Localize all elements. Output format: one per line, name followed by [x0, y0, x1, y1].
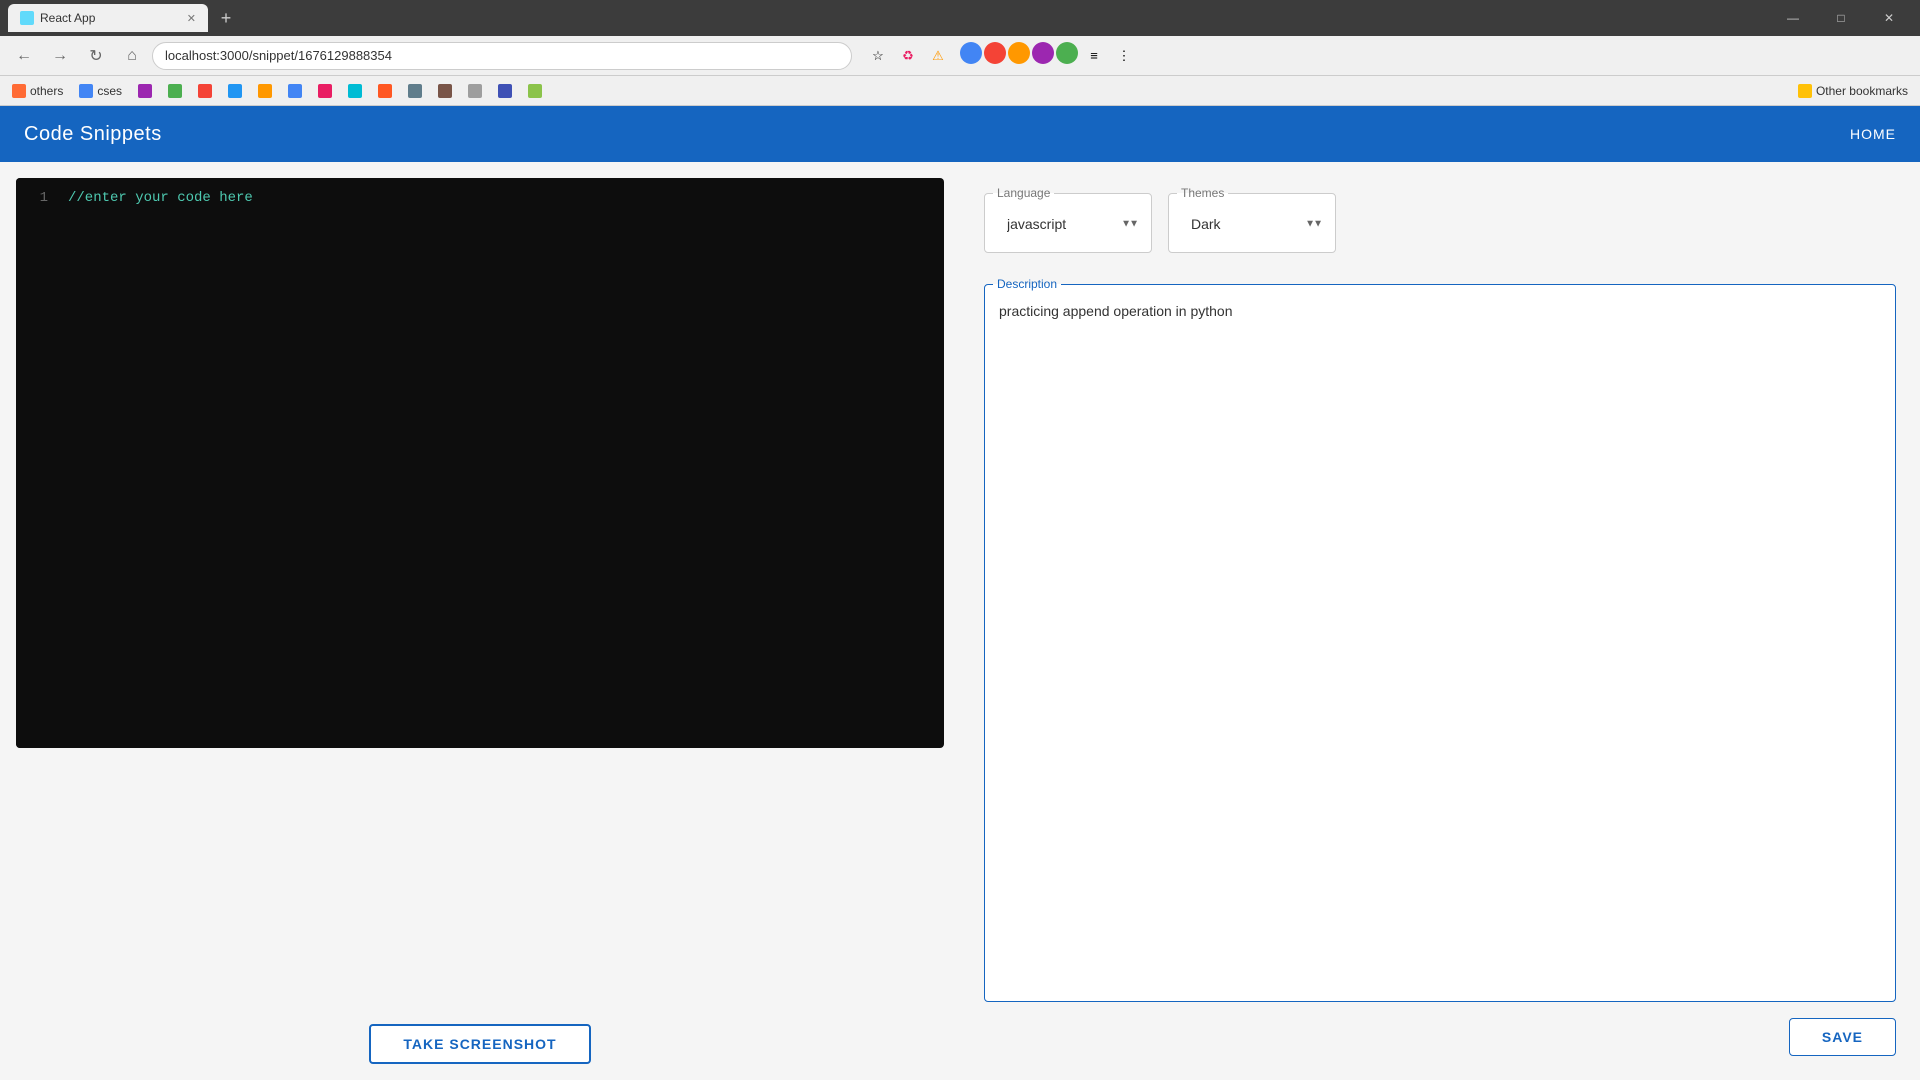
- bm-icon-13: [498, 84, 512, 98]
- home-link[interactable]: HOME: [1850, 126, 1896, 142]
- language-select-container: javascript python java c++ typescript ht…: [993, 204, 1143, 244]
- bookmark-icon-11[interactable]: [434, 82, 456, 100]
- bm-icon-5: [258, 84, 272, 98]
- themes-select-container: Dark Light Monokai Solarized ▼: [1177, 204, 1327, 244]
- code-editor[interactable]: 1 //enter your code here: [16, 178, 944, 748]
- ext-icon-2[interactable]: [984, 42, 1006, 64]
- themes-select[interactable]: Dark Light Monokai Solarized: [1177, 204, 1327, 244]
- bookmark-icon-14[interactable]: [524, 82, 546, 100]
- forward-button[interactable]: →: [44, 40, 76, 72]
- ext-icon-3[interactable]: [1008, 42, 1030, 64]
- bm-icon-8: [348, 84, 362, 98]
- bookmarks-bar: others cses Other bookmarks: [0, 76, 1920, 106]
- line-numbers: 1: [16, 178, 56, 748]
- reload-button[interactable]: ↻: [80, 40, 112, 72]
- ext-icon-5[interactable]: [1056, 42, 1078, 64]
- editor-wrapper: 1 //enter your code here: [0, 162, 960, 748]
- bm-icon-1: [138, 84, 152, 98]
- url-text: localhost:3000/snippet/1676129888354: [165, 48, 392, 63]
- bookmark-icon-2[interactable]: [164, 82, 186, 100]
- bm-icon-9: [378, 84, 392, 98]
- tab-title: React App: [40, 11, 95, 25]
- bm-icon-4: [228, 84, 242, 98]
- language-select[interactable]: javascript python java c++ typescript ht…: [993, 204, 1143, 244]
- toolbar-icons: ☆ ♻ ⚠: [864, 42, 952, 70]
- bm-icon-6: [288, 84, 302, 98]
- bm-icon-7: [318, 84, 332, 98]
- editor-section: 1 //enter your code here TAKE SCREENSHOT: [0, 162, 960, 1080]
- description-label: Description: [993, 277, 1061, 291]
- bookmark-icon-3[interactable]: [194, 82, 216, 100]
- language-group: Language javascript python java c++ type…: [984, 186, 1152, 253]
- bookmark-icon-6[interactable]: [284, 82, 306, 100]
- right-panel: Language javascript python java c++ type…: [960, 162, 1920, 1080]
- new-tab-button[interactable]: +: [212, 4, 240, 32]
- bookmark-icon-7[interactable]: [314, 82, 336, 100]
- bookmark-icon-1[interactable]: [134, 82, 156, 100]
- line-number-1: 1: [24, 190, 48, 206]
- bm-icon-14: [528, 84, 542, 98]
- language-label: Language: [993, 186, 1054, 200]
- tab-favicon: [20, 11, 34, 25]
- bookmark-cses-label: cses: [97, 84, 122, 98]
- save-button[interactable]: SAVE: [1789, 1018, 1896, 1056]
- bookmark-icon-12[interactable]: [464, 82, 486, 100]
- active-tab[interactable]: React App ✕: [8, 4, 208, 32]
- bm-icon-2: [168, 84, 182, 98]
- bookmark-others-icon: [12, 84, 26, 98]
- ext-icon-4[interactable]: [1032, 42, 1054, 64]
- extensions-button[interactable]: ≡: [1080, 42, 1108, 70]
- bm-icon-3: [198, 84, 212, 98]
- bookmark-icon-10[interactable]: [404, 82, 426, 100]
- bookmark-icon-9[interactable]: [374, 82, 396, 100]
- app-title: Code Snippets: [24, 123, 162, 146]
- back-button[interactable]: ←: [8, 40, 40, 72]
- window-controls: — □ ✕: [1770, 0, 1912, 36]
- maximize-button[interactable]: □: [1818, 0, 1864, 36]
- settings-icon[interactable]: ⋮: [1110, 42, 1138, 70]
- screenshot-button[interactable]: TAKE SCREENSHOT: [369, 1024, 590, 1064]
- other-bookmarks-label: Other bookmarks: [1816, 84, 1908, 98]
- minimize-button[interactable]: —: [1770, 0, 1816, 36]
- close-button[interactable]: ✕: [1866, 0, 1912, 36]
- alert-icon[interactable]: ⚠: [924, 42, 952, 70]
- bookmark-icon-5[interactable]: [254, 82, 276, 100]
- app-header: Code Snippets HOME: [0, 106, 1920, 162]
- tab-close-button[interactable]: ✕: [187, 12, 196, 25]
- controls-row: Language javascript python java c++ type…: [984, 186, 1896, 253]
- shield-icon[interactable]: ♻: [894, 42, 922, 70]
- address-bar[interactable]: localhost:3000/snippet/1676129888354: [152, 42, 852, 70]
- tab-bar: React App ✕ + — □ ✕: [0, 0, 1920, 36]
- bookmark-icon-4[interactable]: [224, 82, 246, 100]
- themes-label: Themes: [1177, 186, 1228, 200]
- screenshot-bar: TAKE SCREENSHOT: [0, 1004, 960, 1080]
- ext-icon-1[interactable]: [960, 42, 982, 64]
- bookmark-others-label: others: [30, 84, 63, 98]
- main-content: 1 //enter your code here TAKE SCREENSHOT…: [0, 162, 1920, 1080]
- description-input[interactable]: practicing append operation in python: [985, 291, 1895, 371]
- bookmark-cses[interactable]: cses: [75, 82, 126, 100]
- bm-icon-10: [408, 84, 422, 98]
- home-button[interactable]: ⌂: [116, 40, 148, 72]
- bookmark-icon-13[interactable]: [494, 82, 516, 100]
- bookmark-icon[interactable]: ☆: [864, 42, 892, 70]
- browser-chrome: React App ✕ + — □ ✕ ← → ↻ ⌂ localhost:30…: [0, 0, 1920, 106]
- navigation-bar: ← → ↻ ⌂ localhost:3000/snippet/167612988…: [0, 36, 1920, 76]
- bm-icon-11: [438, 84, 452, 98]
- bm-icon-12: [468, 84, 482, 98]
- save-row: SAVE: [984, 1018, 1896, 1056]
- extension-icons: ≡ ⋮: [960, 42, 1138, 70]
- bookmark-cses-icon: [79, 84, 93, 98]
- bookmark-icon-8[interactable]: [344, 82, 366, 100]
- description-fieldset: Description practicing append operation …: [984, 277, 1896, 1002]
- code-input[interactable]: //enter your code here: [56, 178, 944, 748]
- bookmark-others[interactable]: others: [8, 82, 67, 100]
- themes-group: Themes Dark Light Monokai Solarized ▼: [1168, 186, 1336, 253]
- description-wrapper: Description practicing append operation …: [984, 277, 1896, 1056]
- other-bookmarks-button[interactable]: Other bookmarks: [1794, 82, 1912, 100]
- other-bookmarks-icon: [1798, 84, 1812, 98]
